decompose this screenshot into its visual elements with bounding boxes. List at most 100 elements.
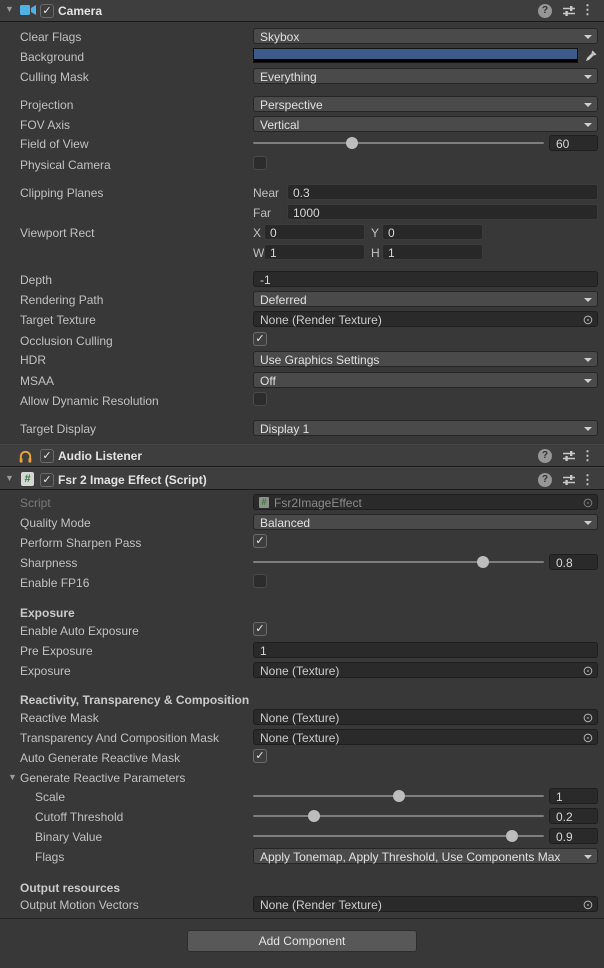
exposure-object-field[interactable]: None (Texture) ⊙: [253, 662, 598, 678]
target-display-label: Target Display: [20, 422, 96, 436]
sharpness-slider[interactable]: [253, 554, 544, 570]
help-icon[interactable]: ?: [538, 449, 552, 463]
fsr2-component-header[interactable]: ▼ # ✓ Fsr 2 Image Effect (Script) ? ⋮: [0, 467, 604, 490]
menu-icon[interactable]: ⋮: [581, 473, 594, 487]
msaa-value: Off: [260, 374, 276, 388]
script-object-field[interactable]: # Fsr2ImageEffect ⊙: [253, 494, 598, 510]
audio-listener-enabled-checkbox[interactable]: ✓: [40, 449, 54, 463]
slider-handle[interactable]: [393, 790, 405, 802]
cutoff-threshold-input[interactable]: 0.2: [549, 808, 598, 824]
reactive-mask-object-field[interactable]: None (Texture) ⊙: [253, 709, 598, 725]
foldout-icon[interactable]: ▼: [8, 773, 17, 782]
clear-flags-dropdown[interactable]: Skybox: [253, 28, 598, 44]
presets-icon[interactable]: [562, 449, 576, 466]
fsr2-enabled-checkbox[interactable]: ✓: [40, 473, 54, 487]
allow-dynamic-resolution-row: Allow Dynamic Resolution: [0, 391, 604, 411]
target-display-dropdown[interactable]: Display 1: [253, 420, 598, 436]
quality-mode-dropdown[interactable]: Balanced: [253, 514, 598, 530]
foldout-icon[interactable]: ▼: [5, 474, 14, 483]
object-picker-icon[interactable]: ⊙: [580, 710, 596, 725]
slider-track[interactable]: [253, 815, 544, 817]
color-swatch[interactable]: [253, 48, 578, 63]
menu-icon[interactable]: ⋮: [581, 3, 594, 17]
far-input[interactable]: 1000: [287, 204, 598, 220]
foldout-icon[interactable]: ▼: [5, 5, 14, 14]
object-picker-icon[interactable]: ⊙: [580, 495, 596, 510]
camera-component-header[interactable]: ▼ ✓ Camera ? ⋮: [0, 0, 604, 22]
slider-handle[interactable]: [506, 830, 518, 842]
field-of-view-input[interactable]: 60: [549, 135, 598, 151]
occlusion-culling-row: Occlusion Culling ✓: [0, 331, 604, 351]
object-picker-icon[interactable]: ⊙: [580, 897, 596, 912]
scale-input[interactable]: 1: [549, 788, 598, 804]
exposure-row: Exposure None (Texture) ⊙: [0, 661, 604, 681]
output-motion-vectors-object-field[interactable]: None (Render Texture) ⊙: [253, 896, 598, 912]
projection-dropdown[interactable]: Perspective: [253, 96, 598, 112]
hdr-value: Use Graphics Settings: [260, 353, 379, 367]
field-of-view-row: Field of View 60: [0, 134, 604, 154]
slider-handle[interactable]: [308, 810, 320, 822]
field-of-view-slider[interactable]: [253, 135, 544, 151]
flags-dropdown[interactable]: Apply Tonemap, Apply Threshold, Use Comp…: [253, 848, 598, 864]
output-motion-vectors-value: None (Render Texture): [260, 898, 382, 912]
x-input[interactable]: 0: [264, 224, 365, 240]
fov-axis-dropdown[interactable]: Vertical: [253, 116, 598, 132]
object-picker-icon[interactable]: ⊙: [580, 663, 596, 678]
audio-listener-title: Audio Listener: [58, 449, 142, 463]
slider-track[interactable]: [253, 835, 544, 837]
w-input[interactable]: 1: [264, 244, 365, 260]
occlusion-culling-label: Occlusion Culling: [20, 334, 113, 348]
slider-handle[interactable]: [346, 137, 358, 149]
near-input[interactable]: 0.3: [287, 184, 598, 200]
presets-icon[interactable]: [562, 473, 576, 490]
pre-exposure-label: Pre Exposure: [20, 644, 93, 658]
y-input[interactable]: 0: [382, 224, 483, 240]
rendering-path-row: Rendering Path Deferred: [0, 290, 604, 310]
y-label: Y: [371, 226, 379, 240]
physical-camera-checkbox[interactable]: [253, 156, 267, 170]
help-icon[interactable]: ?: [538, 4, 552, 18]
projection-label: Projection: [20, 98, 73, 112]
target-texture-object-field[interactable]: None (Render Texture) ⊙: [253, 311, 598, 327]
auto-generate-reactive-mask-checkbox[interactable]: ✓: [253, 749, 267, 763]
add-component-button[interactable]: Add Component: [187, 930, 417, 952]
depth-input[interactable]: -1: [253, 271, 598, 287]
eyedropper-icon[interactable]: [585, 49, 598, 65]
generate-reactive-parameters-row[interactable]: ▼ Generate Reactive Parameters: [0, 768, 604, 788]
reactive-mask-row: Reactive Mask None (Texture) ⊙: [0, 708, 604, 728]
enable-auto-exposure-checkbox[interactable]: ✓: [253, 622, 267, 636]
h-input[interactable]: 1: [382, 244, 483, 260]
slider-track[interactable]: [253, 561, 544, 563]
viewport-rect-label: Viewport Rect: [20, 226, 94, 240]
auto-generate-reactive-mask-row: Auto Generate Reactive Mask ✓: [0, 748, 604, 768]
msaa-dropdown[interactable]: Off: [253, 372, 598, 388]
slider-handle[interactable]: [477, 556, 489, 568]
pre-exposure-input[interactable]: 1: [253, 642, 598, 658]
slider-track[interactable]: [253, 142, 544, 144]
object-picker-icon[interactable]: ⊙: [580, 730, 596, 745]
allow-dynamic-resolution-checkbox[interactable]: [253, 392, 267, 406]
rendering-path-dropdown[interactable]: Deferred: [253, 291, 598, 307]
scale-label: Scale: [35, 790, 65, 804]
object-picker-icon[interactable]: ⊙: [580, 312, 596, 327]
culling-mask-dropdown[interactable]: Everything: [253, 68, 598, 84]
help-icon[interactable]: ?: [538, 473, 552, 487]
menu-icon[interactable]: ⋮: [581, 449, 594, 463]
occlusion-culling-checkbox[interactable]: ✓: [253, 332, 267, 346]
camera-enabled-checkbox[interactable]: ✓: [40, 4, 54, 18]
scale-slider[interactable]: [253, 788, 544, 804]
presets-icon[interactable]: [562, 4, 576, 21]
binary-value-slider[interactable]: [253, 828, 544, 844]
perform-sharpen-pass-checkbox[interactable]: ✓: [253, 534, 267, 548]
binary-value-input[interactable]: 0.9: [549, 828, 598, 844]
sharpness-input[interactable]: 0.8: [549, 554, 598, 570]
background-color-field[interactable]: [253, 48, 598, 63]
enable-fp16-checkbox[interactable]: [253, 574, 267, 588]
physical-camera-row: Physical Camera: [0, 155, 604, 175]
audio-listener-component-header[interactable]: ✓ Audio Listener ? ⋮: [0, 444, 604, 467]
hdr-dropdown[interactable]: Use Graphics Settings: [253, 351, 598, 367]
cutoff-threshold-slider[interactable]: [253, 808, 544, 824]
dropdown-arrow-icon: [584, 103, 592, 107]
physical-camera-label: Physical Camera: [20, 158, 111, 172]
transparency-mask-object-field[interactable]: None (Texture) ⊙: [253, 729, 598, 745]
